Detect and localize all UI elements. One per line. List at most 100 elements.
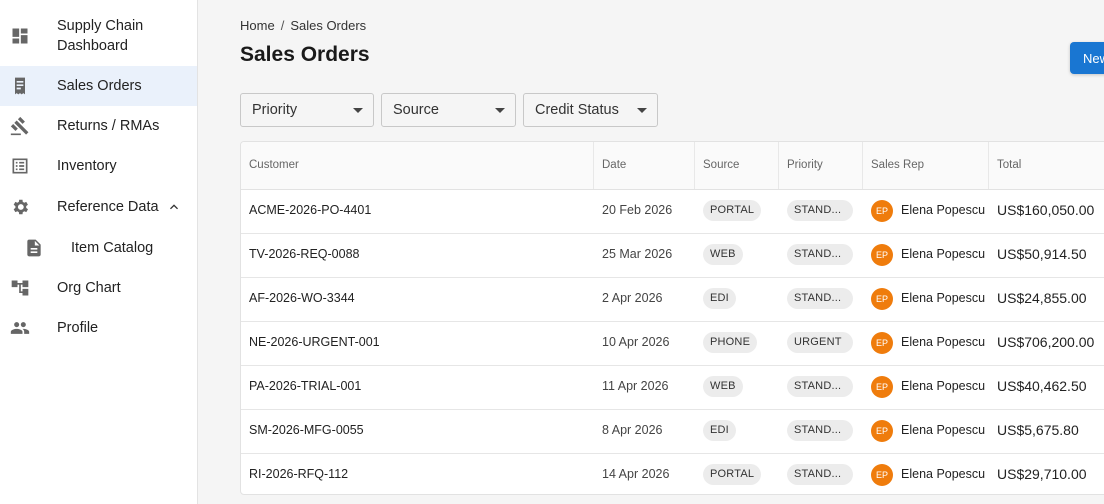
customer-cell: TV-2026-REQ-0088 <box>249 247 360 261</box>
sidebar-item-supply-chain-dashboard[interactable]: Supply Chain Dashboard <box>0 14 197 58</box>
gear-icon <box>10 197 30 217</box>
column-header-sales-rep[interactable]: Sales Rep <box>863 142 989 189</box>
source-chip: WEB <box>703 376 743 397</box>
date-cell: 10 Apr 2026 <box>602 335 670 349</box>
total-cell: US$160,050.00 <box>997 202 1095 218</box>
list-icon <box>10 156 30 176</box>
source-filter-label: Source <box>393 102 439 118</box>
breadcrumb-separator: / <box>280 18 285 33</box>
table-row[interactable]: SM-2026-MFG-0055 8 Apr 2026 EDI STAND...… <box>241 409 1104 454</box>
sales-rep-cell: Elena Popescu <box>901 247 986 261</box>
sidebar: Supply Chain Dashboard Sales Orders Retu… <box>0 0 198 504</box>
sidebar-item-label-line2: Dashboard <box>57 38 128 54</box>
sidebar-item-label: Returns / RMAs <box>57 118 160 134</box>
dashboard-icon <box>10 26 30 46</box>
document-icon <box>24 238 44 258</box>
customer-cell: NE-2026-URGENT-001 <box>249 335 380 349</box>
total-cell: US$29,710.00 <box>997 466 1087 482</box>
sales-rep-cell: Elena Popescu <box>901 203 986 217</box>
date-cell: 11 Apr 2026 <box>602 379 669 393</box>
source-chip: PORTAL <box>703 464 762 485</box>
table-row[interactable]: RI-2026-RFQ-112 14 Apr 2026 PORTAL STAND… <box>241 453 1104 494</box>
caret-down-icon <box>495 108 505 113</box>
total-cell: US$706,200.00 <box>997 334 1095 350</box>
sidebar-item-returns-rmas[interactable]: Returns / RMAs <box>0 106 197 146</box>
source-chip: PORTAL <box>703 200 762 221</box>
sales-rep-cell: Elena Popescu <box>901 423 986 437</box>
priority-filter[interactable]: Priority <box>240 93 374 127</box>
sidebar-item-reference-data[interactable]: Reference Data <box>0 187 197 227</box>
priority-filter-label: Priority <box>252 102 298 118</box>
total-cell: US$5,675.80 <box>997 422 1079 438</box>
sidebar-item-label: Item Catalog <box>71 240 154 256</box>
priority-chip: STAND... <box>787 420 853 441</box>
table-row[interactable]: PA-2026-TRIAL-001 11 Apr 2026 WEB STAND.… <box>241 365 1104 410</box>
sales-orders-table: Customer Date Source Priority Sales Rep … <box>240 141 1104 495</box>
sidebar-item-profile[interactable]: Profile <box>0 308 197 348</box>
credit-status-filter-label: Credit Status <box>535 102 619 118</box>
avatar: EP <box>871 244 893 266</box>
table-row[interactable]: NE-2026-URGENT-001 10 Apr 2026 PHONE URG… <box>241 321 1104 366</box>
sidebar-item-org-chart[interactable]: Org Chart <box>0 268 197 308</box>
column-header-priority[interactable]: Priority <box>779 142 863 189</box>
priority-chip: URGENT <box>787 332 853 353</box>
column-header-date[interactable]: Date <box>594 142 695 189</box>
sidebar-item-label: Sales Orders <box>57 78 142 94</box>
date-cell: 8 Apr 2026 <box>602 423 663 437</box>
source-chip: EDI <box>703 288 736 309</box>
credit-status-filter[interactable]: Credit Status <box>523 93 658 127</box>
table-row[interactable]: ACME-2026-PO-4401 20 Feb 2026 PORTAL STA… <box>241 189 1104 234</box>
org-chart-icon <box>10 278 30 298</box>
priority-chip: STAND... <box>787 464 853 485</box>
column-header-customer[interactable]: Customer <box>241 142 594 189</box>
sidebar-item-label: Inventory <box>57 158 117 174</box>
source-chip: EDI <box>703 420 736 441</box>
table-row[interactable]: AF-2026-WO-3344 2 Apr 2026 EDI STAND... … <box>241 277 1104 322</box>
chevron-up-icon[interactable] <box>166 199 182 215</box>
table-header: Customer Date Source Priority Sales Rep … <box>241 142 1104 190</box>
source-chip: PHONE <box>703 332 758 353</box>
caret-down-icon <box>637 108 647 113</box>
customer-cell: AF-2026-WO-3344 <box>249 291 355 305</box>
sidebar-item-label: Reference Data <box>57 199 159 215</box>
new-order-button[interactable]: New <box>1070 42 1104 74</box>
sidebar-item-sales-orders[interactable]: Sales Orders <box>0 66 197 106</box>
sidebar-item-label: Profile <box>57 320 99 336</box>
source-chip: WEB <box>703 244 743 265</box>
breadcrumb-current: Sales Orders <box>290 18 367 33</box>
sales-rep-cell: Elena Popescu <box>901 467 986 481</box>
caret-down-icon <box>353 108 363 113</box>
priority-chip: STAND... <box>787 200 853 221</box>
priority-chip: STAND... <box>787 244 853 265</box>
date-cell: 14 Apr 2026 <box>602 467 670 481</box>
sales-rep-cell: Elena Popescu <box>901 379 986 393</box>
avatar: EP <box>871 200 893 222</box>
column-header-source[interactable]: Source <box>695 142 779 189</box>
total-cell: US$24,855.00 <box>997 290 1087 306</box>
receipt-icon <box>10 76 30 96</box>
breadcrumb: Home / Sales Orders <box>240 18 366 33</box>
source-filter[interactable]: Source <box>381 93 516 127</box>
date-cell: 20 Feb 2026 <box>602 203 673 217</box>
sales-rep-cell: Elena Popescu <box>901 291 986 305</box>
customer-cell: SM-2026-MFG-0055 <box>249 423 364 437</box>
priority-chip: STAND... <box>787 376 853 397</box>
customer-cell: ACME-2026-PO-4401 <box>249 203 372 217</box>
page-title: Sales Orders <box>240 43 370 66</box>
column-header-total[interactable]: Total <box>989 142 1104 189</box>
date-cell: 25 Mar 2026 <box>602 247 673 261</box>
priority-chip: STAND... <box>787 288 853 309</box>
customer-cell: PA-2026-TRIAL-001 <box>249 379 362 393</box>
avatar: EP <box>871 376 893 398</box>
sidebar-item-inventory[interactable]: Inventory <box>0 146 197 186</box>
gavel-icon <box>10 116 30 136</box>
table-row[interactable]: TV-2026-REQ-0088 25 Mar 2026 WEB STAND..… <box>241 233 1104 278</box>
breadcrumb-home[interactable]: Home <box>240 18 275 33</box>
customer-cell: RI-2026-RFQ-112 <box>249 467 349 481</box>
avatar: EP <box>871 420 893 442</box>
avatar: EP <box>871 464 893 486</box>
sidebar-item-item-catalog[interactable]: Item Catalog <box>0 228 197 268</box>
sales-rep-cell: Elena Popescu <box>901 335 986 349</box>
sidebar-item-label: Org Chart <box>57 280 121 296</box>
people-icon <box>10 318 30 338</box>
